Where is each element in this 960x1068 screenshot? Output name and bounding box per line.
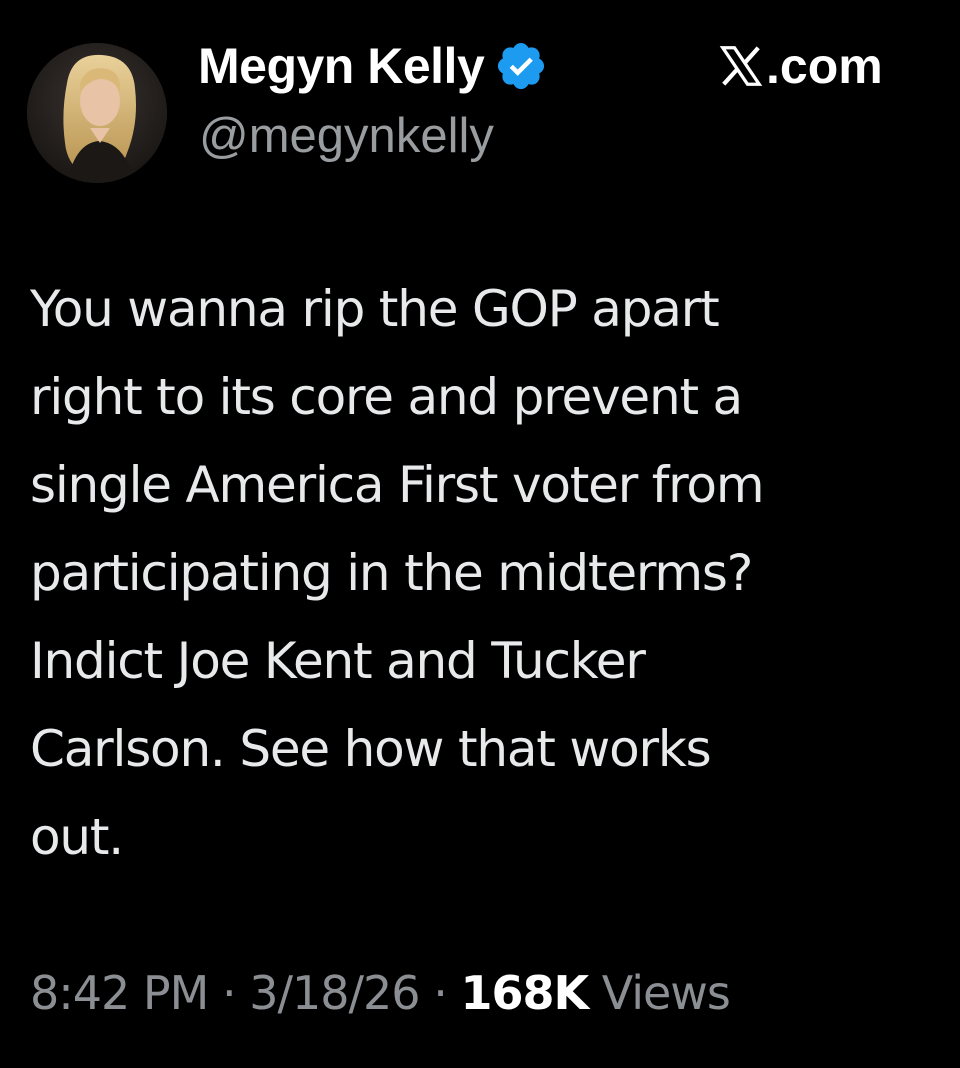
tweet-text-line: single America First voter from	[30, 456, 765, 514]
tweet-text-line: participating in the midterms?	[30, 544, 753, 602]
x-logo-icon	[719, 46, 763, 86]
tweet-text: You wanna rip the GOP apart right to its…	[30, 265, 940, 881]
meta-separator: ·	[221, 966, 237, 1020]
brand-suffix: .com	[766, 38, 883, 94]
tweet-text-line: Carlson. See how that works	[30, 720, 712, 778]
tweet-text-line: You wanna rip the GOP apart	[30, 280, 720, 338]
tweet-text-line: out.	[30, 808, 124, 866]
meta-separator: ·	[433, 966, 448, 1020]
x-brand: .com	[718, 28, 883, 104]
views-label: Views	[601, 966, 731, 1020]
tweet-meta: 8:42 PM · 3/18/26 · 168K Views	[30, 966, 731, 1020]
tweet-date[interactable]: 3/18/26	[249, 966, 420, 1020]
author-display-name[interactable]: Megyn Kelly	[198, 37, 485, 95]
avatar-photo	[27, 43, 167, 183]
author-name-row[interactable]: Megyn Kelly	[198, 28, 548, 104]
author-handle[interactable]: @megynkelly	[199, 108, 494, 164]
views-count[interactable]: 168K	[460, 966, 589, 1020]
tweet-time[interactable]: 8:42 PM	[30, 966, 209, 1020]
tweet-text-line: right to its core and prevent a	[30, 368, 743, 426]
verified-badge-icon	[498, 42, 545, 90]
tweet-text-line: Indict Joe Kent and Tucker	[30, 632, 646, 690]
avatar[interactable]	[27, 43, 167, 183]
